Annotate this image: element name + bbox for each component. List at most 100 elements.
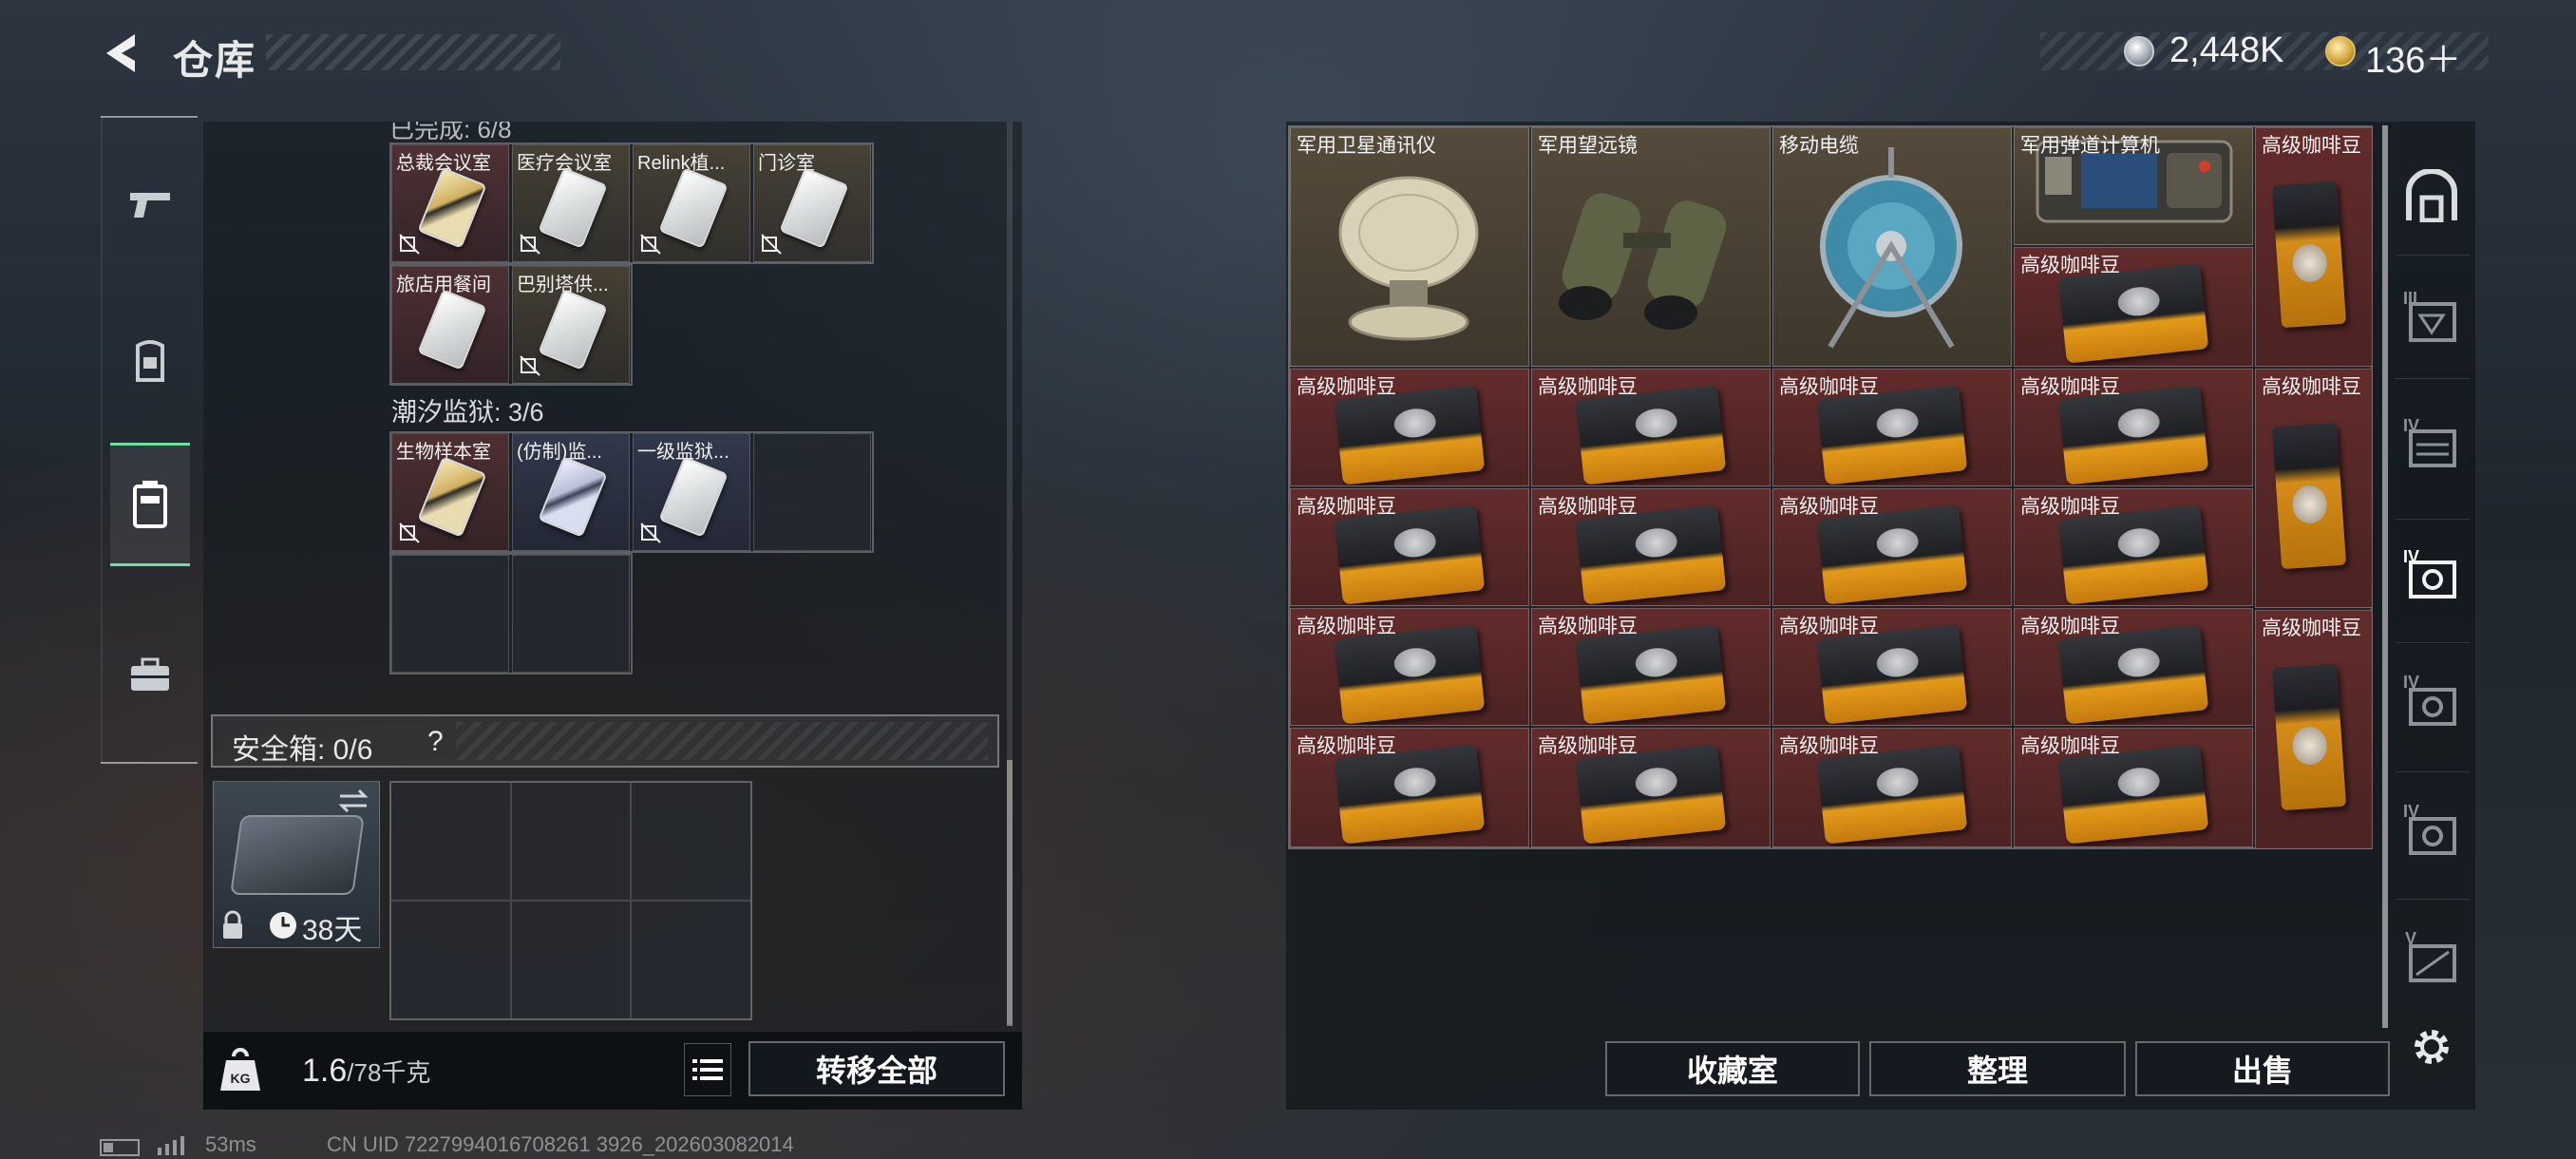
empty-slot xyxy=(753,433,871,551)
item-premium-coffee[interactable]: 高级咖啡豆 xyxy=(1290,369,1529,486)
item-premium-coffee[interactable]: 高级咖啡豆 xyxy=(1772,608,2012,726)
gold-balance[interactable]: 136＋ xyxy=(2365,30,2461,83)
item-name: 高级咖啡豆 xyxy=(1297,616,1396,637)
no-carry-icon xyxy=(520,355,540,376)
coffee-bag-image xyxy=(1575,385,1727,485)
user-uid: CN UID 7227994016708261 3926_20260308201… xyxy=(327,1132,794,1156)
empty-slot xyxy=(512,555,630,673)
sell-button[interactable]: 出售 xyxy=(2135,1041,2390,1096)
backpack-icon xyxy=(136,340,164,382)
warehouse-tab-4[interactable]: IV xyxy=(2394,656,2470,750)
warehouse-tab-2[interactable]: IV xyxy=(2394,397,2470,492)
safe-box-decoration xyxy=(456,722,988,760)
keycard-slot[interactable]: 巴别塔供... xyxy=(512,266,630,384)
item-premium-coffee[interactable]: 高级咖啡豆 xyxy=(1531,728,1771,847)
keycard-image xyxy=(658,456,729,538)
tier-label: IV xyxy=(2403,416,2420,435)
item-name: 移动电缆 xyxy=(1779,135,1859,157)
rail-weapons[interactable] xyxy=(110,142,190,266)
item-mobile-cable[interactable]: 移动电缆 xyxy=(1772,127,2012,367)
left-scrollbar[interactable] xyxy=(1007,760,1013,1026)
rail-armor[interactable] xyxy=(110,300,190,424)
settings-button[interactable] xyxy=(2394,999,2470,1094)
warehouse-tab-3[interactable]: IV xyxy=(2394,528,2470,623)
item-name: 军用卫星通讯仪 xyxy=(1297,135,1436,157)
binoculars-image xyxy=(1559,193,1727,330)
rail-toolbox[interactable] xyxy=(110,614,190,737)
weight-current: 1.6 xyxy=(302,1053,348,1089)
rail-divider-top xyxy=(101,116,198,118)
collection-room-button[interactable]: 收藏室 xyxy=(1605,1041,1860,1096)
keycard-slot[interactable]: (仿制)监... xyxy=(512,433,630,551)
item-name: 高级咖啡豆 xyxy=(1538,616,1638,637)
page-title: 仓库 xyxy=(173,38,257,83)
safe-box-help-button[interactable]: ? xyxy=(427,726,444,758)
keycard-slot[interactable]: 旅店用餐间 xyxy=(391,266,509,384)
carry-weight: 1.6/78千克 xyxy=(302,1053,430,1090)
item-military-binoculars[interactable]: 军用望远镜 xyxy=(1531,127,1771,367)
item-ballistic-computer[interactable]: 军用弹道计算机 xyxy=(2014,127,2253,245)
keycard-slot[interactable]: 生物样本室 xyxy=(391,433,509,551)
item-premium-coffee[interactable]: 高级咖啡豆 xyxy=(1531,369,1771,486)
item-premium-coffee[interactable]: 高级咖啡豆 xyxy=(2014,608,2253,726)
battery-signal-icon xyxy=(100,1136,184,1156)
item-premium-coffee[interactable]: 高级咖啡豆 xyxy=(2014,369,2253,486)
item-name: 高级咖啡豆 xyxy=(1779,735,1879,757)
coffee-bag-image xyxy=(2057,744,2209,845)
keycard-image xyxy=(538,456,608,538)
item-premium-coffee-tall[interactable]: 高级咖啡豆 xyxy=(2255,127,2373,367)
item-name: 高级咖啡豆 xyxy=(2262,135,2361,157)
item-premium-coffee[interactable]: 高级咖啡豆 xyxy=(1772,369,2012,486)
gear-icon xyxy=(2415,1030,2449,1064)
item-premium-coffee[interactable]: 高级咖啡豆 xyxy=(1290,488,1529,606)
coffee-bag-image xyxy=(1816,624,1968,725)
back-button[interactable] xyxy=(99,28,146,78)
list-view-button[interactable] xyxy=(684,1043,731,1096)
keycard-slot[interactable]: 医疗会议室 xyxy=(512,144,630,262)
item-premium-coffee-tall[interactable]: 高级咖啡豆 xyxy=(2255,369,2373,608)
transfer-all-button[interactable]: 转移全部 xyxy=(748,1041,1005,1096)
rail-divider-bottom xyxy=(101,762,198,764)
coffee-bag-image xyxy=(2057,263,2209,364)
item-name: 高级咖啡豆 xyxy=(1538,496,1638,518)
item-premium-coffee[interactable]: 高级咖啡豆 xyxy=(1772,488,2012,606)
coffee-bag-image xyxy=(1575,744,1727,845)
organize-button[interactable]: 整理 xyxy=(1869,1041,2126,1096)
keycard-slot[interactable]: 总裁会议室 xyxy=(391,144,509,262)
lock-icon xyxy=(223,910,242,939)
item-premium-coffee[interactable]: 高级咖啡豆 xyxy=(1772,728,2012,847)
no-carry-icon xyxy=(640,522,661,543)
no-carry-icon xyxy=(399,522,420,543)
item-satellite-communicator[interactable]: 军用卫星通讯仪 xyxy=(1290,127,1529,367)
item-premium-coffee-tall[interactable]: 高级咖啡豆 xyxy=(2255,610,2373,849)
coffee-bag-image xyxy=(2057,385,2209,485)
rail-separator xyxy=(2396,255,2470,256)
item-premium-coffee[interactable]: 高级咖啡豆 xyxy=(1290,728,1529,847)
warehouse-tab-6[interactable]: V xyxy=(2394,912,2470,1007)
swap-icon[interactable] xyxy=(336,787,370,815)
keycard-image xyxy=(417,167,487,249)
warehouse-tab-main[interactable] xyxy=(2394,148,2470,243)
warehouse-tab-1[interactable]: III xyxy=(2394,272,2470,367)
tier-label: V xyxy=(2405,929,2417,948)
item-premium-coffee[interactable]: 高级咖啡豆 xyxy=(2014,728,2253,847)
item-premium-coffee[interactable]: 高级咖啡豆 xyxy=(1531,488,1771,606)
keycard-slot[interactable]: 门诊室 xyxy=(753,144,871,262)
item-premium-coffee[interactable]: 高级咖啡豆 xyxy=(2014,247,2253,367)
item-name: 高级咖啡豆 xyxy=(2020,735,2120,757)
item-premium-coffee[interactable]: 高级咖啡豆 xyxy=(1531,608,1771,726)
safe-box-grid[interactable] xyxy=(389,781,752,1020)
keycard-image xyxy=(538,289,608,370)
warehouse-tab-5[interactable]: IV xyxy=(2394,785,2470,880)
item-premium-coffee[interactable]: 高级咖啡豆 xyxy=(2014,488,2253,606)
safe-box-duration: 38天 xyxy=(302,915,363,946)
item-name: 高级咖啡豆 xyxy=(1779,616,1879,637)
weight-max: /78千克 xyxy=(347,1058,431,1087)
keycard-slot[interactable]: Relink植... xyxy=(633,144,750,262)
item-premium-coffee[interactable]: 高级咖啡豆 xyxy=(1290,608,1529,726)
tier-label: IV xyxy=(2403,802,2420,821)
keycard-slot[interactable]: 一级监狱... xyxy=(633,433,750,551)
ping-readout: 53ms xyxy=(205,1132,256,1156)
rail-containers[interactable] xyxy=(110,443,190,566)
right-scrollbar[interactable] xyxy=(2382,125,2388,1028)
